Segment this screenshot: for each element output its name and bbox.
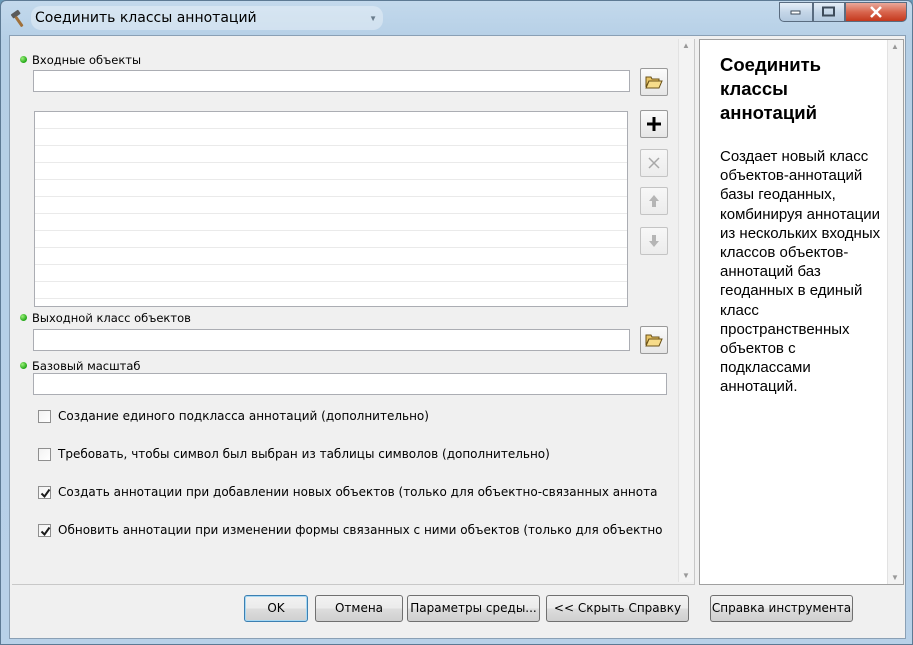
parameters-scrollbar[interactable]: ▲ ▼ bbox=[678, 39, 694, 582]
required-indicator bbox=[20, 314, 27, 321]
list-item[interactable] bbox=[35, 197, 627, 214]
scroll-down-icon[interactable]: ▼ bbox=[682, 571, 690, 580]
open-folder-icon bbox=[645, 334, 663, 347]
list-item[interactable] bbox=[35, 180, 627, 197]
tool-help-button[interactable]: Справка инструмента bbox=[710, 595, 853, 622]
help-scrollbar[interactable]: ▲ ▼ bbox=[887, 40, 903, 584]
close-button[interactable] bbox=[845, 2, 907, 22]
list-item[interactable] bbox=[35, 248, 627, 265]
scroll-down-icon[interactable]: ▼ bbox=[891, 573, 899, 582]
list-item[interactable] bbox=[35, 129, 627, 146]
reference-scale-field[interactable] bbox=[33, 373, 667, 395]
checkbox-require-symbol[interactable]: Требовать, чтобы символ был выбран из та… bbox=[38, 447, 678, 463]
list-item[interactable] bbox=[35, 146, 627, 163]
list-item[interactable] bbox=[35, 112, 627, 129]
open-folder-icon bbox=[645, 76, 663, 89]
minimize-button[interactable] bbox=[779, 2, 813, 22]
input-features-list[interactable] bbox=[34, 111, 628, 307]
maximize-button[interactable] bbox=[813, 2, 845, 22]
hammer-icon bbox=[10, 9, 24, 27]
remove-item-button[interactable] bbox=[640, 149, 668, 177]
checkbox-label: Обновить аннотации при изменении формы с… bbox=[58, 523, 663, 537]
help-title: Соединить классы аннотаций bbox=[720, 54, 822, 123]
checkbox[interactable] bbox=[38, 410, 51, 423]
checkbox-label: Создание единого подкласса аннотаций (до… bbox=[58, 409, 429, 423]
checkbox-label: Создать аннотации при добавлении новых о… bbox=[58, 485, 658, 499]
scroll-up-icon[interactable]: ▲ bbox=[891, 42, 899, 51]
browse-output-button[interactable] bbox=[640, 326, 668, 354]
maximize-icon bbox=[822, 6, 835, 17]
checkbox-single-subclass[interactable]: Создание единого подкласса аннотаций (до… bbox=[38, 409, 678, 425]
output-class-field[interactable] bbox=[33, 329, 630, 351]
add-item-button[interactable] bbox=[640, 110, 668, 138]
help-body: Создает новый класс объектов-аннотаций б… bbox=[720, 148, 881, 396]
minimize-icon bbox=[790, 10, 801, 15]
browse-input-button[interactable] bbox=[640, 68, 668, 96]
x-icon bbox=[648, 157, 660, 169]
output-class-label: Выходной класс объектов bbox=[32, 311, 191, 325]
arrow-up-icon bbox=[649, 195, 659, 207]
list-item[interactable] bbox=[35, 163, 627, 180]
arrow-down-icon bbox=[649, 235, 659, 247]
help-panel: Соединить классы аннотаций Создает новый… bbox=[699, 39, 904, 585]
checkbox[interactable] bbox=[38, 448, 51, 461]
chevron-down-icon: ▼ bbox=[369, 14, 377, 23]
list-item[interactable] bbox=[35, 214, 627, 231]
move-up-button[interactable] bbox=[640, 187, 668, 215]
checkmark-icon bbox=[40, 526, 51, 537]
checkbox[interactable] bbox=[38, 486, 51, 499]
close-icon bbox=[870, 6, 882, 18]
list-item[interactable] bbox=[35, 265, 627, 282]
checkmark-icon bbox=[40, 488, 51, 499]
checkbox-update-on-shape-change[interactable]: Обновить аннотации при изменении формы с… bbox=[38, 523, 678, 539]
input-features-field[interactable] bbox=[33, 70, 630, 92]
parameters-panel: Входные объекты Выходной класс объектов … bbox=[12, 39, 695, 585]
required-indicator bbox=[20, 362, 27, 369]
checkbox[interactable] bbox=[38, 524, 51, 537]
list-item[interactable] bbox=[35, 231, 627, 248]
required-indicator bbox=[20, 56, 27, 63]
hide-help-button[interactable]: << Скрыть Справку bbox=[546, 595, 689, 622]
cancel-button[interactable]: Отмена bbox=[315, 595, 403, 622]
window-title: Соединить классы аннотаций bbox=[35, 10, 257, 26]
dialog-window: ▼ Соединить классы аннотаций Входные объ… bbox=[0, 0, 913, 645]
scroll-up-icon[interactable]: ▲ bbox=[682, 41, 690, 50]
input-features-label: Входные объекты bbox=[32, 53, 142, 67]
dialog-client: Входные объекты Выходной класс объектов … bbox=[9, 35, 906, 639]
ok-button[interactable]: OK bbox=[244, 595, 308, 622]
environments-button[interactable]: Параметры среды... bbox=[407, 595, 540, 622]
checkbox-create-on-add[interactable]: Создать аннотации при добавлении новых о… bbox=[38, 485, 678, 501]
checkbox-label: Требовать, чтобы символ был выбран из та… bbox=[58, 447, 550, 461]
plus-icon bbox=[647, 117, 661, 131]
title-bar[interactable]: ▼ Соединить классы аннотаций bbox=[1, 1, 912, 35]
list-item[interactable] bbox=[35, 282, 627, 299]
reference-scale-label: Базовый масштаб bbox=[32, 359, 141, 373]
move-down-button[interactable] bbox=[640, 227, 668, 255]
